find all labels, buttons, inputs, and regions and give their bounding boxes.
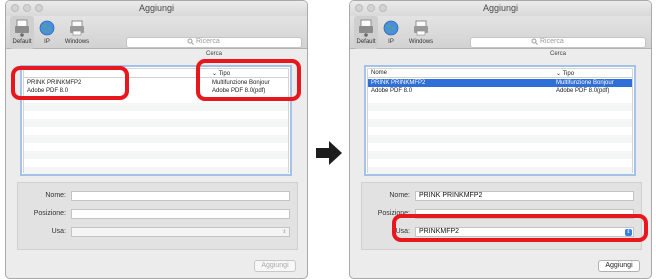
search-field[interactable]: Ricerca — [126, 37, 302, 48]
empty-row — [368, 103, 632, 111]
column-header-name[interactable]: Nome — [371, 70, 387, 76]
toolbar: Default IP Windows Ricerca Cerca — [350, 16, 651, 57]
search-icon — [187, 38, 194, 45]
toolbar-windows-button[interactable]: Windows — [60, 16, 94, 49]
printer-type: Multifunzione Bonjour — [556, 80, 614, 86]
printer-icon — [359, 19, 373, 37]
toolbar-default-label: Default — [356, 39, 376, 45]
printer-icon — [414, 20, 428, 36]
name-label: Nome: — [45, 192, 66, 199]
column-header-type[interactable]: ⌄ Tipo — [556, 70, 574, 77]
empty-row — [368, 167, 632, 174]
window-title: Aggiungi — [482, 3, 519, 13]
printer-list[interactable]: Nome ⌄ Tipo PRINK PRINKMFP2 Multifunzion… — [364, 65, 636, 176]
toolbar-default-label: Default — [12, 39, 32, 45]
use-select[interactable]: ⇕ — [71, 227, 290, 237]
location-field[interactable] — [71, 209, 290, 219]
printer-name: PRINK PRINKMFP2 — [371, 80, 426, 86]
name-field[interactable] — [71, 191, 290, 201]
search-field[interactable]: Ricerca — [470, 37, 646, 48]
toolbar-ip-label: IP — [388, 39, 394, 45]
title-bar: Aggiungi — [350, 1, 651, 16]
window-title: Aggiungi — [138, 3, 175, 13]
toolbar-ip-button[interactable]: IP — [379, 16, 403, 49]
highlight-use-select — [392, 214, 648, 242]
empty-row — [368, 151, 632, 159]
printer-name: Adobe PDF 8.0 — [371, 88, 413, 94]
empty-row — [24, 151, 288, 159]
search-placeholder: Ricerca — [540, 38, 564, 45]
toolbar-default-button[interactable]: Default — [354, 16, 378, 49]
empty-row — [24, 135, 288, 143]
highlight-printer-names — [11, 66, 129, 100]
printer-icon — [70, 20, 84, 36]
printer-type: Adobe PDF 8.0(pdf) — [556, 88, 610, 94]
list-item[interactable]: Adobe PDF 8.0 Adobe PDF 8.0(pdf) — [368, 87, 632, 95]
name-label: Nome: — [389, 192, 410, 199]
toolbar-windows-label: Windows — [64, 39, 90, 45]
add-button[interactable]: Aggiungi — [254, 260, 296, 272]
location-label: Posizione: — [33, 210, 66, 217]
chevron-down-icon: ⌄ — [556, 71, 562, 77]
empty-row — [368, 119, 632, 127]
arrow-right-icon — [316, 141, 342, 170]
toolbar-ip-button[interactable]: IP — [35, 16, 59, 49]
search-caption: Cerca — [549, 51, 566, 57]
toolbar-ip-label: IP — [44, 39, 50, 45]
add-button[interactable]: Aggiungi — [598, 260, 640, 272]
list-header: Nome ⌄ Tipo — [368, 69, 632, 78]
toolbar: Default IP Windows Ricerca Cerca — [6, 16, 307, 57]
add-printer-window-before: Aggiungi Default IP Windows Ricerca Cerc… — [5, 0, 308, 279]
name-field[interactable]: PRINK PRINKMFP2 — [415, 191, 634, 201]
list-item-selected[interactable]: PRINK PRINKMFP2 Multifunzione Bonjour — [368, 79, 632, 87]
toolbar-windows-button[interactable]: Windows — [404, 16, 438, 49]
search-caption: Cerca — [205, 51, 222, 57]
column-header-type-label: Tipo — [562, 71, 575, 77]
empty-row — [24, 167, 288, 174]
search-icon — [531, 38, 538, 45]
globe-icon — [39, 20, 55, 36]
chevron-updown-icon: ⇕ — [282, 229, 287, 235]
toolbar-default-button[interactable]: Default — [10, 16, 34, 49]
use-label: Usa: — [51, 228, 66, 235]
globe-icon — [383, 20, 399, 36]
toolbar-windows-label: Windows — [408, 39, 434, 45]
printer-details-form: Nome: Posizione: Usa: ⇕ — [17, 182, 298, 250]
empty-row — [368, 135, 632, 143]
empty-row — [24, 103, 288, 111]
highlight-printer-types — [196, 59, 301, 101]
printer-icon — [15, 19, 29, 37]
empty-row — [24, 119, 288, 127]
title-bar: Aggiungi — [6, 1, 307, 16]
search-placeholder: Ricerca — [196, 38, 220, 45]
